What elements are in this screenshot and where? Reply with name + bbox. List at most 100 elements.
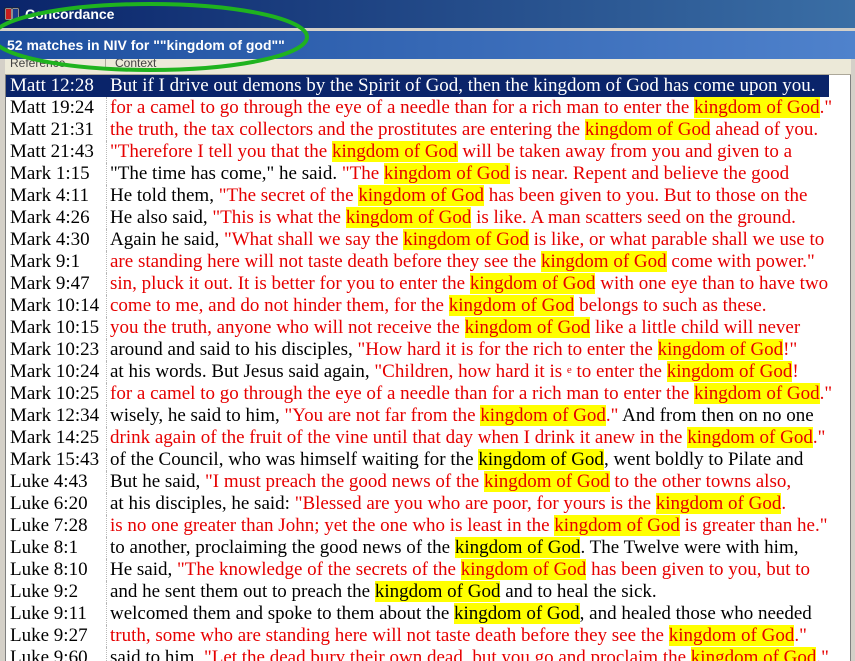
column-header-context[interactable]: Context <box>115 59 156 71</box>
reference-cell: Mark 1:15 <box>6 163 107 185</box>
context-text: like a little child will never <box>590 317 801 338</box>
window-title: Concordance <box>25 6 115 22</box>
context-cell: He also said, "This is what the kingdom … <box>110 207 796 229</box>
search-match-highlight: kingdom of God <box>584 119 711 140</box>
reference-cell: Luke 8:1 <box>6 537 107 559</box>
search-match-highlight: kingdom of God <box>383 163 510 184</box>
match-row[interactable]: Luke 6:20 at his disciples, he said: "Ble… <box>6 493 850 515</box>
context-cell: But if I drive out demons by the Spirit … <box>110 75 816 97</box>
context-text: has been given to you, but to <box>586 559 811 580</box>
context-text: is like, or what parable shall we use to <box>528 229 825 250</box>
context-text: you the truth, anyone who will not recei… <box>110 317 465 338</box>
search-match-highlight: kingdom of God <box>403 229 529 250</box>
match-row[interactable]: Luke 8:1 to another, proclaiming the good… <box>6 537 850 559</box>
match-row[interactable]: Mark 12:34 wisely, he said to him, "You a… <box>6 405 850 427</box>
context-text: at his disciples, he said: <box>110 493 295 514</box>
search-match-highlight: kingdom of God <box>374 581 501 602</box>
context-cell: is no one greater than John; yet the one… <box>110 515 827 537</box>
context-text: "The knowledge of the secrets of the <box>177 559 461 580</box>
search-match-highlight: kingdom of God <box>478 449 604 470</box>
context-cell: welcomed them and spoke to them about th… <box>110 603 812 625</box>
context-text: And from then on no one <box>618 405 814 426</box>
match-summary: 52 matches in NIV for ""kingdom of god"" <box>7 37 285 53</box>
context-text: "The <box>341 163 384 184</box>
context-text: ahead of you. <box>710 119 819 140</box>
match-row[interactable]: Mark 14:25 drink again of the fruit of th… <box>6 427 850 449</box>
match-row[interactable]: Mark 10:15 you the truth, anyone who will… <box>6 317 850 339</box>
context-text: come with power." <box>666 251 815 272</box>
match-row[interactable]: Matt 21:43 "Therefore I tell you that the… <box>6 141 850 163</box>
match-row[interactable]: Mark 4:30 Again he said, "What shall we s… <box>6 229 850 251</box>
match-list[interactable]: Matt 12:28 But if I drive out demons by t… <box>5 75 851 661</box>
match-row[interactable]: Mark 4:26 He also said, "This is what the… <box>6 207 850 229</box>
context-text: "Children, how hard it is <box>374 361 567 382</box>
context-text: is no one greater than John; yet the one… <box>110 515 555 536</box>
column-header-row: Reference Context <box>5 59 851 75</box>
match-row[interactable]: Mark 1:15 "The time has come," he said. "… <box>6 163 850 185</box>
reference-cell: Mark 10:23 <box>6 339 107 361</box>
context-text: truth, some who are standing here will n… <box>110 625 669 646</box>
match-row[interactable]: Mark 15:43 of the Council, who was himsel… <box>6 449 850 471</box>
reference-cell: Mark 10:25 <box>6 383 107 405</box>
match-row[interactable]: Luke 7:28 is no one greater than John; ye… <box>6 515 850 537</box>
match-row[interactable]: Matt 21:31 the truth, the tax collectors … <box>6 119 850 141</box>
match-row[interactable]: Mark 4:11 He told them, "The secret of th… <box>6 185 850 207</box>
search-match-highlight: kingdom of God <box>483 471 610 492</box>
context-cell: for a camel to go through the eye of a n… <box>110 97 832 119</box>
context-text: "The time has come," he said. <box>110 163 342 184</box>
context-text: ." <box>794 625 807 646</box>
match-row[interactable]: Mark 10:23 around and said to his discipl… <box>6 339 850 361</box>
match-row-selected[interactable]: Matt 12:28 But if I drive out demons by t… <box>6 75 829 97</box>
context-text: ." <box>819 97 833 118</box>
context-text: of the Council, who was himself waiting … <box>110 449 479 470</box>
search-match-highlight: kingdom of God <box>454 537 581 558</box>
context-text: to enter the <box>571 361 667 382</box>
reference-cell: Mark 10:24 <box>6 361 107 383</box>
match-row[interactable]: Luke 9:27 truth, some who are standing he… <box>6 625 850 647</box>
match-row[interactable]: Mark 10:24 at his words. But Jesus said a… <box>6 361 850 383</box>
match-row[interactable]: Luke 9:2 and he sent them out to preach t… <box>6 581 850 603</box>
context-text: , and healed those who needed <box>579 603 812 624</box>
match-row[interactable]: Luke 4:43 But he said, "I must preach the… <box>6 471 850 493</box>
context-text: is like. A man scatters seed on the grou… <box>471 207 796 228</box>
reference-cell: Luke 9:2 <box>6 581 107 603</box>
context-cell: for a camel to go through the eye of a n… <box>110 383 832 405</box>
window-title-bar[interactable]: Concordance <box>0 0 855 28</box>
match-row[interactable]: Mark 10:25 for a camel to go through the … <box>6 383 850 405</box>
match-row[interactable]: Mark 10:14 come to me, and do not hinder … <box>6 295 850 317</box>
context-text: ." <box>819 383 833 404</box>
book-icon <box>4 7 20 21</box>
context-text: said to him, <box>110 647 204 661</box>
context-text: , went boldly to Pilate and <box>603 449 804 470</box>
context-cell: at his words. But Jesus said again, "Chi… <box>110 361 799 383</box>
context-text: and he sent them out to preach the <box>110 581 375 602</box>
reference-cell: Mark 4:30 <box>6 229 107 251</box>
match-row[interactable]: Matt 19:24 for a camel to go through the … <box>6 97 850 119</box>
context-cell: "The time has come," he said. "The kingd… <box>110 163 789 185</box>
context-cell: Again he said, "What shall we say the ki… <box>110 229 824 251</box>
context-text: ." <box>605 405 619 426</box>
context-text: to the other towns also, <box>609 471 792 492</box>
match-row[interactable]: Mark 9:1 are standing here will not taste… <box>6 251 850 273</box>
match-row[interactable]: Luke 8:10 He said, "The knowledge of the … <box>6 559 850 581</box>
context-text: the truth, the tax collectors and the pr… <box>110 119 585 140</box>
column-header-reference[interactable]: Reference <box>10 59 106 70</box>
reference-cell: Matt 12:28 <box>6 75 107 97</box>
context-text: welcomed them and spoke to them about th… <box>110 603 455 624</box>
context-text: "How hard it is for the rich to enter th… <box>357 339 658 360</box>
search-match-highlight: kingdom of God <box>464 317 591 338</box>
match-row[interactable]: Luke 9:11 welcomed them and spoke to them… <box>6 603 850 625</box>
context-text: come to me, and do not hinder them, for … <box>110 295 449 316</box>
search-match-highlight: kingdom of God <box>541 251 667 272</box>
search-match-highlight: kingdom of God <box>454 603 580 624</box>
match-row[interactable]: Luke 9:60 said to him, "Let the dead bury… <box>6 647 850 661</box>
search-match-highlight: kingdom of God <box>554 515 680 536</box>
context-cell: But he said, "I must preach the good new… <box>110 471 791 493</box>
search-match-highlight: kingdom of God <box>345 207 472 228</box>
context-text: and to heal the sick. <box>500 581 657 602</box>
context-cell: He told them, "The secret of the kingdom… <box>110 185 807 207</box>
context-cell: sin, pluck it out. It is better for you … <box>110 273 828 295</box>
match-row[interactable]: Mark 9:47 sin, pluck it out. It is better… <box>6 273 850 295</box>
context-cell: "Therefore I tell you that the kingdom o… <box>110 141 792 163</box>
reference-cell: Mark 15:43 <box>6 449 107 471</box>
